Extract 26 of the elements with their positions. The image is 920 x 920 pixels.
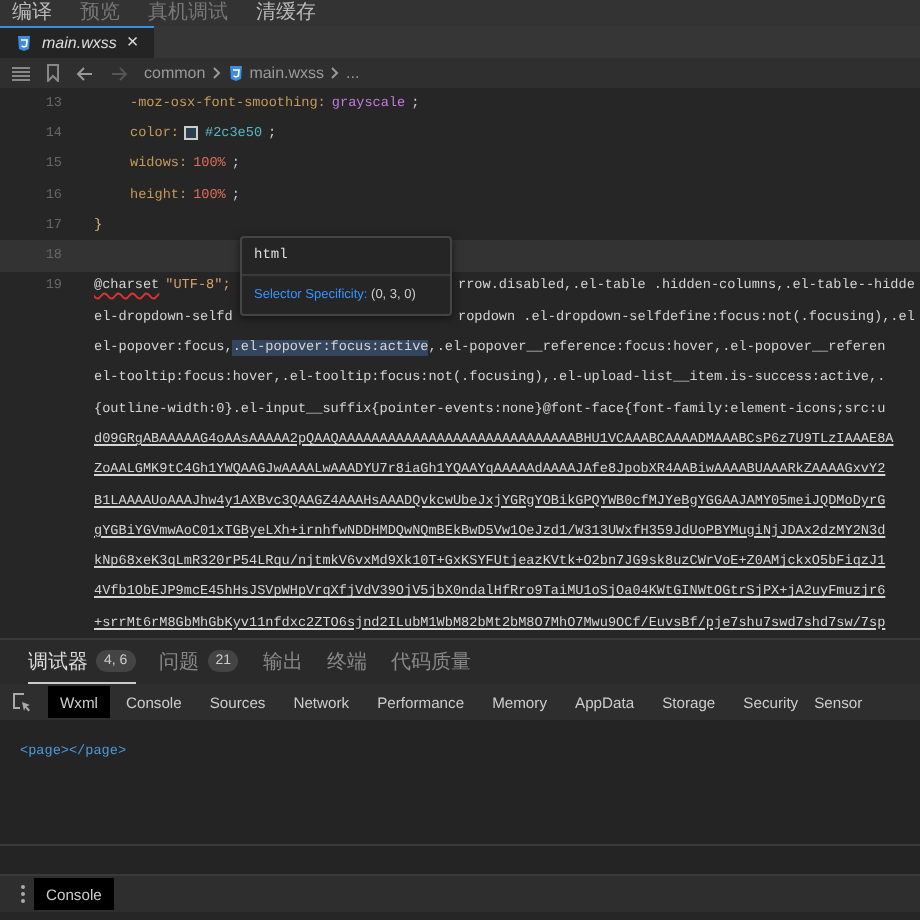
back-arrow-icon[interactable]	[76, 65, 94, 81]
panel-tab-label: 输出	[262, 649, 303, 675]
menu-item[interactable]: 清缓存	[256, 0, 316, 26]
panel-tab-label: 问题	[159, 649, 200, 675]
chevron-right-icon	[330, 66, 341, 80]
panel-tab[interactable]: 代码质量	[390, 640, 471, 684]
panel-tab[interactable]: 输出	[262, 640, 303, 684]
panel-tab-label: 终端	[326, 649, 367, 675]
breadcrumb-item[interactable]: ...	[346, 64, 360, 82]
chevron-right-icon	[211, 66, 222, 80]
list-icon[interactable]	[12, 65, 30, 81]
css-file-icon	[16, 34, 32, 52]
panel-tab[interactable]: 终端	[326, 640, 367, 684]
panel-tab-label: 调试器	[28, 649, 88, 675]
inspect-icon[interactable]	[12, 692, 32, 712]
more-icon[interactable]	[20, 884, 26, 904]
bookmark-icon[interactable]	[46, 64, 60, 82]
css-file-icon	[227, 64, 244, 82]
close-button[interactable]: ×	[126, 32, 139, 54]
breadcrumb-item[interactable]: common	[144, 64, 206, 82]
menu-item[interactable]: 编译	[12, 0, 52, 26]
breadcrumb-item[interactable]: main.wxss	[249, 64, 325, 82]
color-swatch-icon[interactable]	[184, 126, 199, 141]
panel-tab-label: 代码质量	[390, 649, 471, 675]
editor-tab[interactable]: main.wxss ×	[0, 26, 155, 58]
tab-label: main.wxss	[42, 34, 117, 52]
